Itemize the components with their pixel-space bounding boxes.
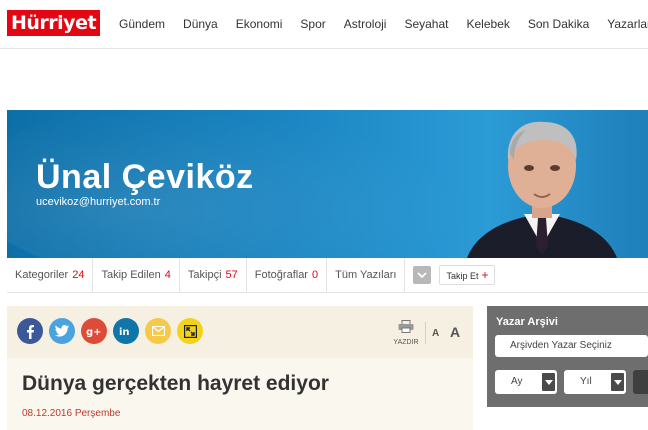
nav-item-seyahat[interactable]: Seyahat [404, 17, 448, 31]
author-archive-panel: Yazar Arşivi Arşivden Yazar Seçiniz Ay Y… [487, 306, 648, 407]
author-select[interactable]: Arşivden Yazar Seçiniz [495, 335, 648, 357]
hurriyet-logo[interactable]: Hürriyet [7, 10, 101, 36]
follow-button-label: Takip Et [446, 271, 479, 281]
year-dropdown-arrow-icon [611, 373, 624, 391]
main-menu: Gündem Dünya Ekonomi Spor Astroloji Seya… [110, 0, 648, 48]
svg-text:g+: g+ [86, 327, 102, 337]
printer-icon [398, 320, 414, 333]
year-select-value: Yıl [580, 376, 592, 387]
nav-item-gundem[interactable]: Gündem [119, 17, 165, 31]
google-plus-icon: g+ [86, 327, 102, 337]
article-card: g+ in YAZDIR A A Dünya gerçekten hayret … [7, 306, 473, 430]
stat-categories-count: 24 [72, 269, 85, 281]
nav-item-spor[interactable]: Spor [300, 17, 325, 31]
nav-item-kelebek[interactable]: Kelebek [467, 17, 510, 31]
expand-share-button[interactable] [177, 318, 203, 344]
month-dropdown-arrow-icon [542, 373, 555, 391]
email-icon [151, 326, 165, 336]
twitter-share-button[interactable] [49, 318, 75, 344]
author-email[interactable]: ucevikoz@hurriyet.com.tr [36, 196, 160, 208]
stat-following-count: 4 [164, 269, 171, 281]
share-buttons: g+ in [17, 318, 209, 344]
archive-title: Yazar Arşivi [496, 316, 558, 328]
top-navigation: Hürriyet Gündem Dünya Ekonomi Spor Astro… [0, 0, 648, 49]
stat-photos-label: Fotoğraflar [254, 269, 308, 281]
email-share-button[interactable] [145, 318, 171, 344]
headline-area: Dünya gerçekten hayret ediyor 08.12.2016… [7, 358, 473, 430]
toolbar-divider [425, 322, 426, 344]
font-decrease-button[interactable]: A [432, 328, 439, 339]
font-increase-button[interactable]: A [450, 324, 460, 340]
author-banner: Ünal Çeviköz ucevikoz@hurriyet.com.tr [7, 110, 648, 258]
twitter-icon [55, 325, 69, 337]
archive-search-button[interactable] [633, 370, 648, 394]
stat-all-posts[interactable]: Tüm Yazıları [327, 258, 406, 292]
all-posts-dropdown-button[interactable] [413, 266, 432, 284]
article-date: 08.12.2016 Perşembe [22, 408, 121, 419]
stat-all-posts-label: Tüm Yazıları [335, 269, 397, 281]
author-stats-bar: Kategoriler 24 Takip Edilen 4 Takipçi 57 Fo… [7, 258, 648, 293]
stat-following[interactable]: Takip Edilen 4 [93, 258, 180, 292]
follow-button[interactable]: Takip Et + [439, 265, 496, 285]
chevron-down-icon [417, 271, 428, 278]
stat-following-label: Takip Edilen [101, 269, 161, 281]
plus-icon: + [481, 268, 489, 282]
linkedin-share-button[interactable]: in [113, 318, 139, 344]
nav-item-yazarlar[interactable]: Yazarlar [607, 17, 648, 31]
expand-icon [183, 324, 197, 338]
stat-followers-count: 57 [225, 269, 238, 281]
facebook-share-button[interactable] [17, 318, 43, 344]
month-select[interactable]: Ay [495, 370, 557, 394]
nav-item-dunya[interactable]: Dünya [183, 17, 218, 31]
stat-categories[interactable]: Kategoriler 24 [7, 258, 94, 292]
stat-photos-count: 0 [311, 269, 319, 281]
article-title[interactable]: Dünya gerçekten hayret ediyor [22, 372, 329, 396]
stat-categories-label: Kategoriler [15, 269, 69, 281]
google-plus-share-button[interactable]: g+ [81, 318, 107, 344]
print-label: YAZDIR [393, 339, 419, 346]
linkedin-icon: in [119, 327, 130, 337]
nav-item-son-dakika[interactable]: Son Dakika [528, 17, 589, 31]
nav-item-astroloji[interactable]: Astroloji [344, 17, 387, 31]
month-select-value: Ay [511, 376, 523, 387]
stat-followers-label: Takipçi [187, 269, 222, 281]
print-button[interactable]: YAZDIR [393, 320, 419, 346]
stat-photos[interactable]: Fotoğraflar 0 [247, 258, 328, 292]
stat-followers[interactable]: Takipçi 57 [180, 258, 247, 292]
author-name: Ünal Çeviköz [36, 158, 254, 196]
author-portrait [467, 121, 617, 258]
facebook-icon [27, 324, 34, 339]
svg-text:in: in [119, 327, 130, 337]
nav-item-ekonomi[interactable]: Ekonomi [236, 17, 283, 31]
year-select[interactable]: Yıl [564, 370, 626, 394]
